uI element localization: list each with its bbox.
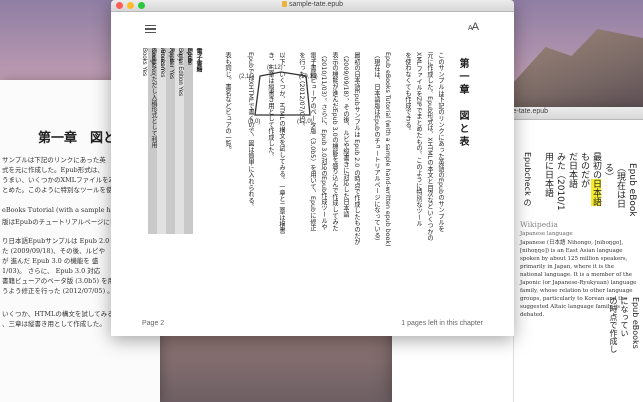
pages-left-indicator: 1 pages left in this chapter: [401, 320, 483, 327]
text-column: 表示の機能が進んだEpub 3.0の機能を盛り込んで作成してみた: [331, 52, 338, 232]
table-cell: iBooks Yes: [159, 48, 165, 78]
window-title-text: sample-tate.epub: [288, 1, 344, 8]
window-title: sample-tate.epub: [111, 1, 514, 8]
table-cell: Digital Edition Yes: [177, 48, 183, 97]
column-spacer: [363, 52, 369, 282]
font-size-icon[interactable]: AA: [468, 21, 479, 33]
selected-word-highlight[interactable]: 日本語: [591, 179, 601, 206]
table-cell: Kindle No(ただし入稿形式として利用: [150, 48, 156, 149]
text-line: が 進んだ Epub 3.0 の機能を 盛: [2, 257, 99, 265]
figure-point-label: (0,0): [248, 119, 260, 125]
text-before-highlight: 最初の: [591, 152, 601, 179]
table-cell: Books Yes: [141, 48, 147, 77]
text-column: 用に日本語: [543, 152, 553, 197]
chapter-heading: 第一章 図と表: [457, 58, 468, 149]
text-line: うよう修正を行った (2012/07/05) 。: [2, 287, 114, 295]
text-column: （2009/09/18）、その後、ルビや縦書きに対応した日本語: [342, 52, 349, 218]
table-cell: Reader Yes: [168, 48, 174, 80]
text-line: 版はEpubのチュートリアルページにな: [2, 218, 117, 226]
text-column: になってい: [620, 297, 629, 337]
figure-point-label: (8,12): [267, 65, 283, 71]
text-column: Epub eBooks: [627, 163, 637, 222]
right-window-lower-text: Epub eBooks になってい の時点で作成し: [606, 295, 643, 402]
reader-table: 電子書籍 Epub Adobe Digital Edition Yes Sony Re…: [141, 48, 202, 234]
text-column-highlighted: 最初の日本語: [590, 152, 601, 206]
figure-caption: 表も同じ。書名などビュアの一覧。: [224, 52, 231, 153]
text-line: とめた。このように特別なツールを使わ: [2, 186, 119, 194]
column-spacer: [394, 52, 400, 282]
text-column: ものだが: [579, 152, 589, 188]
text-column: を使わなくても作成できる。: [404, 52, 411, 134]
figure-point-label: (10,11): [299, 74, 318, 80]
document-icon: [281, 1, 287, 7]
figure-point-label: (12,0): [297, 119, 313, 125]
article-title: Japanese language: [520, 231, 573, 237]
polygon-figure: (8,12) (2,11) (10,11) (0,0) (12,0): [239, 65, 318, 125]
text-column: （現在は、日本語版はEpubのチュートリアルページになっている）: [373, 52, 380, 245]
text-column: Epub eBooks: [631, 297, 640, 349]
main-reader-window[interactable]: sample-tate.epub AA 第一章 図と表 このサンプルは下記のリン…: [111, 0, 514, 336]
text-column: 元に作成した。Epub形式は、XHTMLの本文と目次などいくつかの: [426, 52, 433, 241]
desktop-wallpaper: [513, 29, 643, 110]
text-line: 1/03)。 さらに、 Epub 3.0 対応: [2, 267, 101, 275]
text-column: だ日本語: [567, 152, 577, 188]
title-bar[interactable]: sample-tate.epub: [111, 0, 514, 12]
text-line: 式を元に作成した。Epub形式は、: [2, 166, 104, 174]
table-cell: Epub: [186, 48, 192, 63]
figure-point-label: (2,11): [239, 74, 254, 80]
table-of-contents-icon[interactable]: [145, 25, 156, 33]
text-column: XMLファイルをZIPでまとめたもの。このように特別なツール: [415, 52, 422, 227]
text-line: うまい、いくつかのXMLファイルをZIP: [2, 176, 121, 184]
text-column: る）: [603, 163, 613, 181]
page-number: Page 2: [142, 320, 165, 327]
text-column: このサンプルは下記のリンクにあった英語のEpubのサンプルを: [437, 52, 444, 232]
text-column: Epub eBooks Tutorial (with a sample hand…: [384, 52, 391, 247]
text-line: 、三章は縦書き用として作成した。: [2, 320, 106, 328]
text-line: り日本語Epubサンプルは Epub 2.0 の: [2, 237, 118, 245]
text-line: た (2009/09/18)、その後、ルビや: [2, 247, 106, 255]
text-column: みた（2010/1: [555, 152, 565, 211]
text-column: （現在は日: [615, 163, 625, 208]
text-line: サンプルは下記のリンクにあった英: [2, 156, 106, 164]
wikipedia-label: Wikipedia: [520, 220, 558, 229]
text-column: 最初の日本語Epubサンプルは Epub 2.0 の時点で作成したものだが: [353, 52, 360, 245]
font-large-a: A: [471, 21, 479, 33]
table-cell: 電子書籍: [195, 48, 201, 72]
text-line: 書籍ビューアのベータ版 (3.0b5) を用: [2, 277, 115, 285]
text-column: Epubcheck の: [523, 152, 532, 207]
text-column: の時点で作成し: [609, 297, 618, 353]
table-column: 電子書籍 Epub: [186, 48, 202, 234]
